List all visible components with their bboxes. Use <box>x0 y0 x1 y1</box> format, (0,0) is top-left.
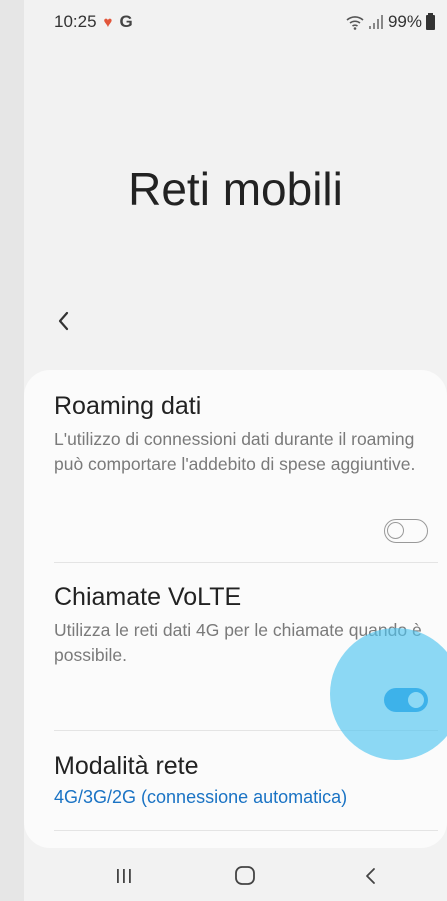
wifi-icon <box>346 16 364 30</box>
setting-value: 4G/3G/2G (connessione automatica) <box>54 787 348 807</box>
battery-percent: 99% <box>387 12 422 31</box>
toggle-knob <box>387 522 404 539</box>
toggle-knob <box>406 690 426 710</box>
setting-title: Roaming dati <box>54 392 202 420</box>
signal-icon <box>368 15 383 29</box>
navigation-bar <box>24 850 447 901</box>
setting-roaming-dati[interactable]: Roaming dati L'utilizzo di connessioni d… <box>54 392 434 477</box>
divider <box>54 730 438 731</box>
back-icon[interactable] <box>356 864 386 888</box>
setting-title: Modalità rete <box>54 752 199 780</box>
status-left: 10:25 ♥ G <box>54 12 133 32</box>
home-icon[interactable] <box>230 864 260 888</box>
volte-toggle[interactable] <box>384 688 428 712</box>
google-icon: G <box>119 12 133 31</box>
setting-title: Chiamate VoLTE <box>54 583 242 611</box>
setting-description: L'utilizzo di connessioni dati durante i… <box>54 429 416 474</box>
status-bar: 10:25 ♥ G 99% <box>24 0 447 44</box>
status-right: 99% <box>346 12 435 32</box>
heart-notification-icon: ♥ <box>103 13 113 31</box>
phone-screen: 10:25 ♥ G 99% Reti mobili Roaming dati L… <box>24 0 447 901</box>
divider <box>54 562 438 563</box>
settings-card: Roaming dati L'utilizzo di connessioni d… <box>24 370 447 848</box>
status-time: 10:25 <box>54 12 97 31</box>
divider <box>54 830 438 831</box>
recents-icon[interactable] <box>109 864 139 888</box>
chevron-left-icon[interactable] <box>52 306 76 336</box>
setting-description: Utilizza le reti dati 4G per le chiamate… <box>54 620 422 665</box>
page-title: Reti mobili <box>128 163 343 215</box>
battery-icon <box>426 12 435 30</box>
roaming-toggle[interactable] <box>384 519 428 543</box>
setting-modalita-rete[interactable]: Modalità rete 4G/3G/2G (connessione auto… <box>54 752 434 808</box>
setting-chiamate-volte[interactable]: Chiamate VoLTE Utilizza le reti dati 4G … <box>54 583 434 668</box>
